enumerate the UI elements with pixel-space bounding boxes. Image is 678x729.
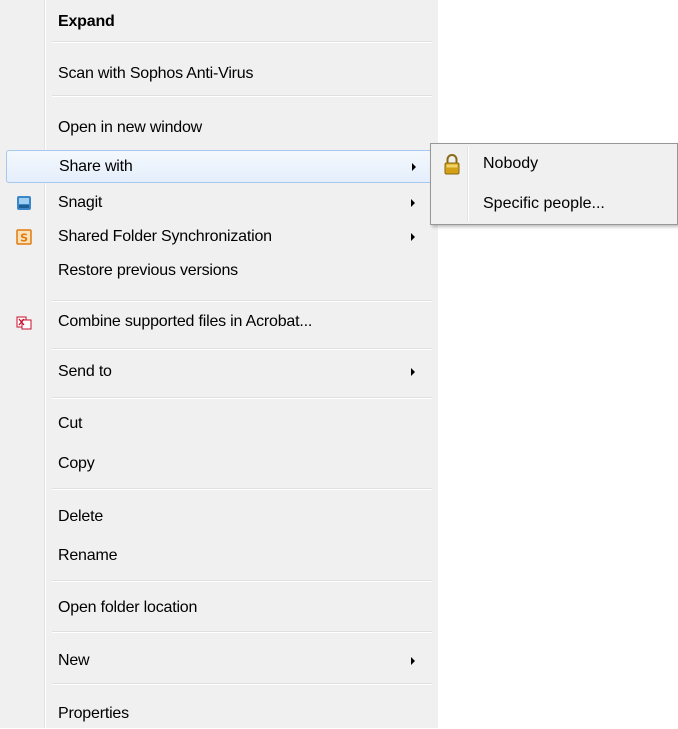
submenu-item-nobody[interactable]: Nobody: [433, 149, 675, 179]
menu-item-combine-acrobat[interactable]: Combine supported files in Acrobat...: [4, 307, 434, 337]
menu-separator: [52, 348, 432, 350]
menu-separator: [52, 580, 432, 582]
submenu-item-label: Nobody: [483, 155, 539, 172]
submenu-arrow-icon: [411, 233, 415, 241]
menu-item-label: Share with: [59, 157, 133, 175]
menu-item-label: Scan with Sophos Anti-Virus: [58, 65, 254, 82]
svg-text:S: S: [20, 232, 28, 245]
menu-item-open-new-window[interactable]: Open in new window: [4, 113, 434, 143]
menu-item-shared-folder-sync[interactable]: S Shared Folder Synchronization: [4, 222, 434, 252]
menu-item-delete[interactable]: Delete: [4, 502, 434, 532]
menu-item-copy[interactable]: Copy: [4, 449, 434, 479]
menu-item-label: Rename: [58, 547, 118, 564]
menu-item-label: Open folder location: [58, 599, 198, 616]
submenu-arrow-icon: [411, 368, 415, 376]
menu-item-label: Shared Folder Synchronization: [58, 228, 272, 245]
menu-separator: [52, 95, 432, 97]
shared-folder-sync-icon: S: [16, 229, 32, 245]
acrobat-icon: [16, 314, 32, 330]
menu-item-rename[interactable]: Rename: [4, 541, 434, 571]
submenu-arrow-icon: [411, 199, 415, 207]
submenu-arrow-icon: [412, 163, 416, 171]
menu-item-label: Copy: [58, 455, 95, 472]
snagit-icon: [16, 195, 32, 211]
menu-item-properties[interactable]: Properties: [4, 699, 434, 729]
share-with-submenu: Nobody Specific people...: [430, 143, 678, 225]
context-menu: Expand Scan with Sophos Anti-Virus Open …: [0, 0, 438, 728]
menu-item-restore-previous-versions[interactable]: Restore previous versions: [4, 256, 434, 286]
menu-item-label: Snagit: [58, 194, 103, 211]
menu-separator: [52, 488, 432, 490]
menu-item-open-folder-location[interactable]: Open folder location: [4, 593, 434, 623]
submenu-item-specific-people[interactable]: Specific people...: [433, 189, 675, 219]
submenu-item-label: Specific people...: [483, 195, 605, 212]
menu-separator: [52, 631, 432, 633]
menu-item-send-to[interactable]: Send to: [4, 357, 434, 387]
menu-separator: [52, 300, 432, 302]
menu-separator: [52, 397, 432, 399]
menu-item-label: Cut: [58, 415, 83, 432]
menu-item-new[interactable]: New: [4, 646, 434, 676]
menu-item-label: Restore previous versions: [58, 262, 238, 279]
menu-item-expand[interactable]: Expand: [4, 7, 434, 37]
menu-item-scan-sophos[interactable]: Scan with Sophos Anti-Virus: [4, 59, 434, 89]
submenu-arrow-icon: [411, 657, 415, 665]
menu-item-label: Send to: [58, 363, 112, 380]
menu-item-label: Delete: [58, 508, 104, 525]
menu-item-label: Expand: [58, 13, 115, 30]
menu-item-label: Combine supported files in Acrobat...: [58, 313, 313, 330]
menu-item-label: Open in new window: [58, 119, 203, 136]
menu-separator: [52, 41, 432, 43]
menu-item-snagit[interactable]: Snagit: [4, 188, 434, 218]
padlock-icon: [443, 153, 461, 175]
menu-item-share-with[interactable]: Share with: [6, 150, 434, 183]
menu-item-cut[interactable]: Cut: [4, 409, 434, 439]
menu-item-label: Properties: [58, 705, 129, 722]
menu-item-label: New: [58, 652, 90, 669]
menu-separator: [52, 683, 432, 685]
